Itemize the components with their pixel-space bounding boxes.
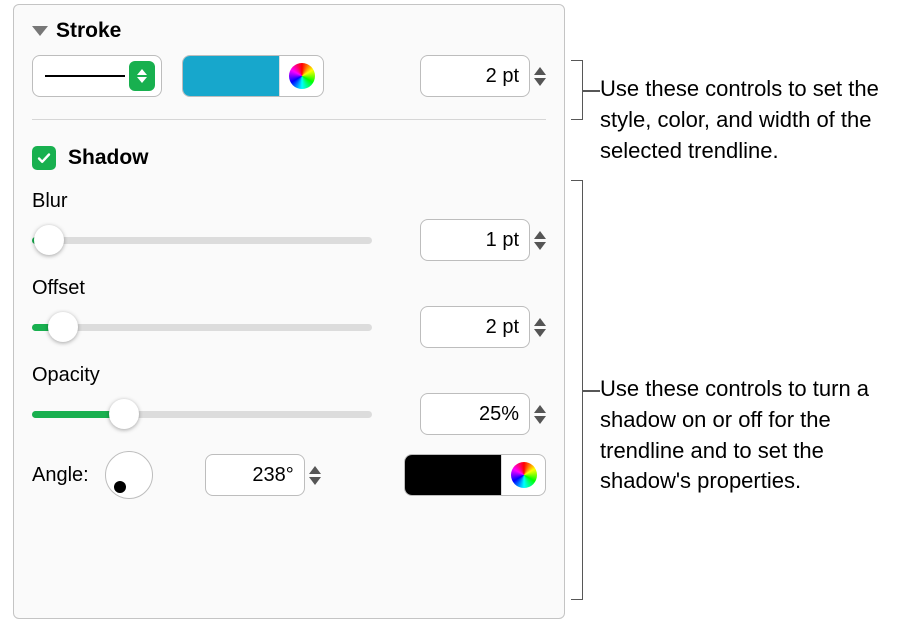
stroke-header[interactable]: Stroke xyxy=(32,19,546,43)
shadow-color-swatch[interactable] xyxy=(405,455,501,495)
stepper-down-icon[interactable] xyxy=(534,329,546,337)
opacity-input[interactable]: 25% xyxy=(420,393,530,435)
annotation-stroke: Use these controls to set the style, col… xyxy=(600,74,885,166)
opacity-slider-fill xyxy=(32,411,117,418)
stepper-up-icon[interactable] xyxy=(534,231,546,239)
angle-row: Angle: 238° xyxy=(32,451,546,499)
offset-label: Offset xyxy=(32,277,546,300)
offset-slider-thumb[interactable] xyxy=(48,312,78,342)
angle-dial[interactable] xyxy=(105,451,153,499)
stepper-up-icon[interactable] xyxy=(534,67,546,75)
opacity-label: Opacity xyxy=(32,364,546,387)
popup-arrows-icon xyxy=(129,61,155,91)
disclosure-down-icon xyxy=(32,26,48,36)
format-panel: Stroke 2 pt Shadow xyxy=(13,4,565,619)
stepper-down-icon[interactable] xyxy=(534,416,546,424)
blur-input[interactable]: 1 pt xyxy=(420,219,530,261)
offset-slider[interactable] xyxy=(32,307,372,347)
blur-group: Blur 1 pt xyxy=(32,190,546,261)
stepper-arrows-icon xyxy=(534,67,546,86)
shadow-checkbox[interactable] xyxy=(32,146,56,170)
stepper-down-icon[interactable] xyxy=(309,477,321,485)
offset-group: Offset 2 pt xyxy=(32,277,546,348)
blur-label: Blur xyxy=(32,190,546,213)
blur-stepper[interactable]: 1 pt xyxy=(420,219,546,261)
line-style-sample-icon xyxy=(45,75,125,78)
stepper-arrows-icon xyxy=(534,231,546,250)
color-wheel-icon xyxy=(289,63,315,89)
offset-stepper[interactable]: 2 pt xyxy=(420,306,546,348)
opacity-stepper[interactable]: 25% xyxy=(420,393,546,435)
stepper-up-icon[interactable] xyxy=(534,318,546,326)
blur-slider-thumb[interactable] xyxy=(34,225,64,255)
shadow-color-well[interactable] xyxy=(404,454,546,496)
stepper-arrows-icon xyxy=(534,405,546,424)
stroke-width-input[interactable]: 2 pt xyxy=(420,55,530,97)
stroke-color-swatch[interactable] xyxy=(183,56,279,96)
color-wheel-icon xyxy=(511,462,537,488)
annotation-bracket-stroke xyxy=(571,60,583,120)
stroke-controls-row: 2 pt xyxy=(32,55,546,97)
annotation-bracket-shadow xyxy=(571,180,583,600)
stepper-up-icon[interactable] xyxy=(309,466,321,474)
stepper-up-icon[interactable] xyxy=(534,405,546,413)
angle-dot-icon xyxy=(114,481,126,493)
opacity-group: Opacity 25% xyxy=(32,364,546,435)
shadow-checkbox-row[interactable]: Shadow xyxy=(32,146,546,170)
stepper-down-icon[interactable] xyxy=(534,242,546,250)
stepper-arrows-icon xyxy=(309,466,321,485)
angle-input[interactable]: 238° xyxy=(205,454,305,496)
angle-stepper[interactable]: 238° xyxy=(205,454,321,496)
offset-input[interactable]: 2 pt xyxy=(420,306,530,348)
annotation-shadow: Use these controls to turn a shadow on o… xyxy=(600,374,885,497)
shadow-title: Shadow xyxy=(68,146,149,170)
color-wheel-button[interactable] xyxy=(501,455,545,495)
color-wheel-button[interactable] xyxy=(279,56,323,96)
blur-slider[interactable] xyxy=(32,220,372,260)
angle-label: Angle: xyxy=(32,464,89,487)
divider xyxy=(32,119,546,120)
stroke-width-stepper[interactable]: 2 pt xyxy=(420,55,546,97)
opacity-slider-thumb[interactable] xyxy=(109,399,139,429)
stroke-color-well[interactable] xyxy=(182,55,324,97)
stroke-title: Stroke xyxy=(56,19,121,43)
stepper-arrows-icon xyxy=(534,318,546,337)
checkmark-icon xyxy=(36,150,52,166)
stroke-style-popup[interactable] xyxy=(32,55,162,97)
stepper-down-icon[interactable] xyxy=(534,78,546,86)
opacity-slider[interactable] xyxy=(32,394,372,434)
